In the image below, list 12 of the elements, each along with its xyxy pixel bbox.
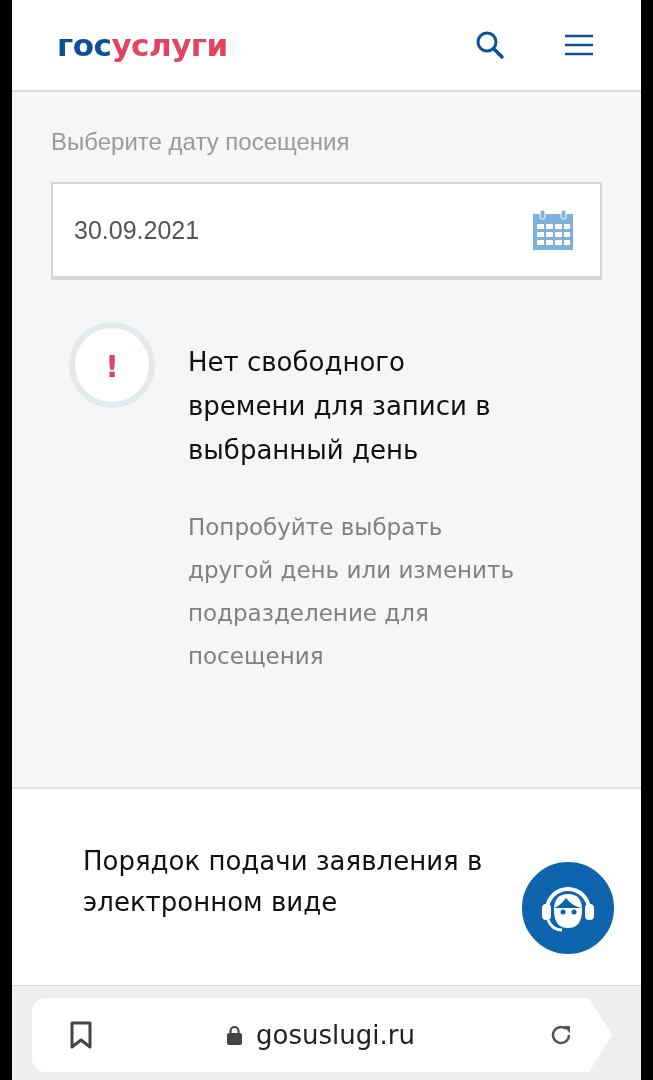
url-text: gosuslugi.ru xyxy=(256,1020,415,1050)
warning-icon: ! xyxy=(69,322,155,408)
notice-title: Нет свободного времени для записи в выбранный день xyxy=(188,346,492,467)
notice-text: Попробуйте выбрать другой день или изменить подразделение для посещения xyxy=(188,513,515,671)
search-icon[interactable] xyxy=(475,30,505,60)
lock-icon xyxy=(227,1025,243,1045)
bookmark-icon[interactable] xyxy=(70,1021,92,1049)
menu-icon[interactable] xyxy=(565,34,593,56)
address-bar[interactable]: gosuslugi.ru xyxy=(32,998,612,1072)
field-label: Выберите дату посещения xyxy=(51,128,351,156)
date-field[interactable]: 30.09.2021 xyxy=(51,182,602,280)
support-agent-icon[interactable] xyxy=(520,860,616,956)
